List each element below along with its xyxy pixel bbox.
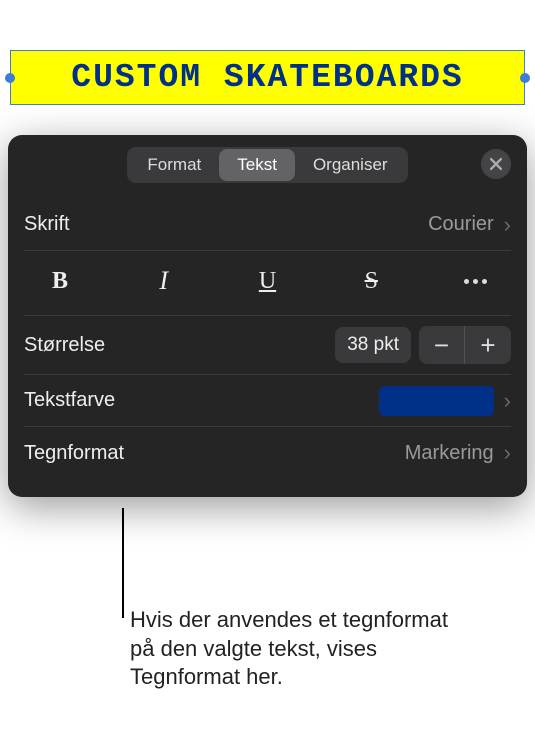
chevron-right-icon: ›	[504, 214, 511, 236]
text-style-row: B I U S	[24, 251, 511, 316]
tab-organize[interactable]: Organiser	[295, 149, 406, 181]
bold-button[interactable]: B	[24, 261, 96, 301]
text-color-row[interactable]: Tekstfarve ›	[24, 375, 511, 427]
text-color-swatch[interactable]	[379, 386, 494, 416]
size-row: Størrelse 38 pkt − +	[24, 316, 511, 375]
callout-leader-line	[122, 508, 124, 618]
close-icon	[489, 157, 503, 171]
size-increase-button[interactable]: +	[465, 326, 511, 364]
more-styles-button[interactable]	[439, 261, 511, 301]
underline-button[interactable]: U	[232, 261, 304, 301]
resize-handle-left[interactable]	[5, 73, 15, 83]
chevron-right-icon: ›	[504, 442, 511, 464]
chevron-right-icon: ›	[504, 390, 511, 412]
format-panel: Format Tekst Organiser Skrift Courier › …	[8, 135, 527, 497]
size-label: Størrelse	[24, 334, 105, 357]
document-canvas: CUSTOM SKATEBOARDS	[0, 0, 535, 135]
size-decrease-button[interactable]: −	[419, 326, 465, 364]
text-color-label: Tekstfarve	[24, 389, 115, 412]
resize-handle-right[interactable]	[520, 73, 530, 83]
selected-text-box[interactable]: CUSTOM SKATEBOARDS	[10, 50, 525, 105]
more-icon	[464, 279, 487, 284]
tab-text[interactable]: Tekst	[219, 149, 295, 181]
callout-text: Hvis der anvendes et tegnformat på den v…	[130, 606, 460, 692]
size-value[interactable]: 38 pkt	[335, 327, 411, 363]
character-format-row[interactable]: Tegnformat Markering ›	[24, 427, 511, 479]
font-row[interactable]: Skrift Courier ›	[24, 199, 511, 251]
font-label: Skrift	[24, 213, 70, 236]
panel-body: Skrift Courier › B I U S Størrelse 38 pk…	[8, 193, 527, 497]
size-stepper: − +	[419, 326, 511, 364]
panel-tabs: Format Tekst Organiser	[127, 147, 407, 183]
tab-format[interactable]: Format	[129, 149, 219, 181]
italic-button[interactable]: I	[128, 261, 200, 301]
close-button[interactable]	[481, 149, 511, 179]
panel-header: Format Tekst Organiser	[8, 135, 527, 193]
font-value: Courier	[428, 213, 494, 236]
character-format-value: Markering	[405, 442, 494, 465]
sample-text[interactable]: CUSTOM SKATEBOARDS	[71, 59, 463, 96]
character-format-label: Tegnformat	[24, 442, 124, 465]
strikethrough-button[interactable]: S	[335, 261, 407, 301]
